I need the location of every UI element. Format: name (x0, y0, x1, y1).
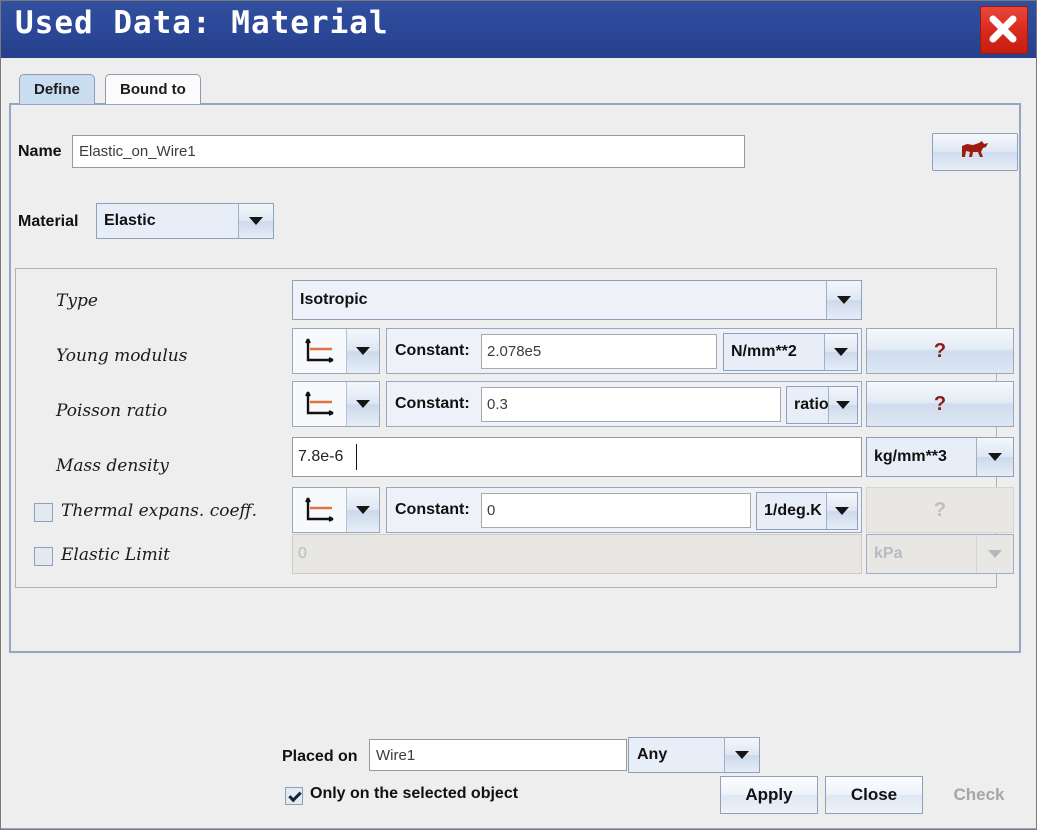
young-modulus-label: Young modulus (56, 346, 187, 366)
text-caret (356, 444, 357, 470)
chevron-down-icon[interactable] (826, 281, 861, 319)
dialog-body: Define Bound to Name Material Elastic (1, 58, 1037, 830)
chevron-down-icon[interactable] (976, 438, 1013, 476)
window-title: Used Data: Material (15, 5, 389, 41)
mass-density-label: Mass density (56, 456, 169, 476)
thermal-expansion-checkbox[interactable] (34, 503, 53, 522)
placement-scope-select[interactable]: Any (628, 737, 760, 773)
check-button: Check (930, 776, 1028, 814)
tab-define[interactable]: Define (19, 74, 95, 104)
name-input[interactable] (72, 135, 745, 168)
material-library-button[interactable] (932, 133, 1018, 171)
poisson-ratio-function-picker[interactable] (292, 381, 380, 427)
button-bar-separator (1, 828, 1037, 829)
young-modulus-help-button[interactable]: ? (866, 328, 1014, 374)
thermal-expansion-unit-select[interactable]: 1/deg.K (756, 492, 858, 530)
chevron-down-icon[interactable] (347, 488, 379, 532)
thermal-expansion-label: Thermal expans. coeff. (61, 501, 257, 521)
chevron-down-icon[interactable] (828, 387, 857, 423)
placed-on-input[interactable] (369, 739, 627, 771)
mass-density-unit-select[interactable]: kg/mm**3 (866, 437, 1014, 477)
tab-bound-to[interactable]: Bound to (105, 74, 201, 104)
poisson-ratio-value-group: Constant: ratio (386, 381, 862, 427)
close-button-bottom[interactable]: Close (825, 776, 923, 814)
thermal-expansion-input[interactable] (481, 493, 751, 528)
placement-scope-value: Any (637, 738, 667, 772)
thermal-expansion-mode-label: Constant: (395, 488, 470, 532)
elastic-limit-input (292, 534, 862, 574)
used-data-material-dialog: Used Data: Material Define Bound to Name (0, 0, 1037, 830)
running-horse-icon (959, 139, 991, 166)
only-selected-object-label: Only on the selected object (310, 785, 518, 803)
thermal-expansion-help-button: ? (866, 487, 1014, 533)
type-label: Type (56, 291, 98, 311)
type-select[interactable]: Isotropic (292, 280, 862, 320)
mass-density-unit-value: kg/mm**3 (874, 438, 947, 476)
material-properties-panel: Type Isotropic Young modulus (15, 268, 997, 588)
elastic-limit-checkbox[interactable] (34, 547, 53, 566)
placed-on-label: Placed on (282, 748, 358, 766)
elastic-limit-label: Elastic Limit (61, 545, 170, 565)
title-bar: Used Data: Material (1, 1, 1037, 59)
chevron-down-icon[interactable] (347, 329, 379, 373)
chevron-down-icon (976, 535, 1013, 573)
chevron-down-icon[interactable] (724, 738, 759, 772)
poisson-ratio-unit-select[interactable]: ratio (786, 386, 858, 424)
thermal-expansion-unit-value: 1/deg.K (764, 493, 822, 529)
elastic-limit-unit-value: kPa (874, 535, 902, 573)
young-modulus-unit-select[interactable]: N/mm**2 (723, 333, 858, 371)
close-button[interactable] (980, 6, 1028, 54)
constant-plot-icon[interactable] (293, 382, 347, 426)
poisson-ratio-mode-label: Constant: (395, 382, 470, 426)
chevron-down-icon[interactable] (826, 493, 857, 529)
young-modulus-value-group: Constant: N/mm**2 (386, 328, 862, 374)
apply-button[interactable]: Apply (720, 776, 818, 814)
young-modulus-unit-value: N/mm**2 (731, 334, 797, 370)
elastic-limit-unit-select: kPa (866, 534, 1014, 574)
material-select-value: Elastic (104, 204, 156, 238)
only-selected-object-checkbox[interactable] (285, 787, 303, 805)
young-modulus-function-picker[interactable] (292, 328, 380, 374)
constant-plot-icon[interactable] (293, 488, 347, 532)
chevron-down-icon[interactable] (347, 382, 379, 426)
material-label: Material (18, 213, 78, 231)
material-select[interactable]: Elastic (96, 203, 274, 239)
type-select-value: Isotropic (300, 281, 368, 319)
chevron-down-icon[interactable] (238, 204, 273, 238)
poisson-ratio-label: Poisson ratio (56, 401, 167, 421)
poisson-ratio-unit-value: ratio (794, 387, 829, 423)
poisson-ratio-help-button[interactable]: ? (866, 381, 1014, 427)
poisson-ratio-input[interactable] (481, 387, 781, 422)
young-modulus-mode-label: Constant: (395, 329, 470, 373)
thermal-expansion-value-group: Constant: 1/deg.K (386, 487, 862, 533)
name-label: Name (18, 143, 62, 161)
thermal-expansion-function-picker[interactable] (292, 487, 380, 533)
chevron-down-icon[interactable] (824, 334, 857, 370)
young-modulus-input[interactable] (481, 334, 717, 369)
constant-plot-icon[interactable] (293, 329, 347, 373)
close-x-icon (981, 7, 1027, 51)
mass-density-input[interactable] (292, 437, 862, 477)
